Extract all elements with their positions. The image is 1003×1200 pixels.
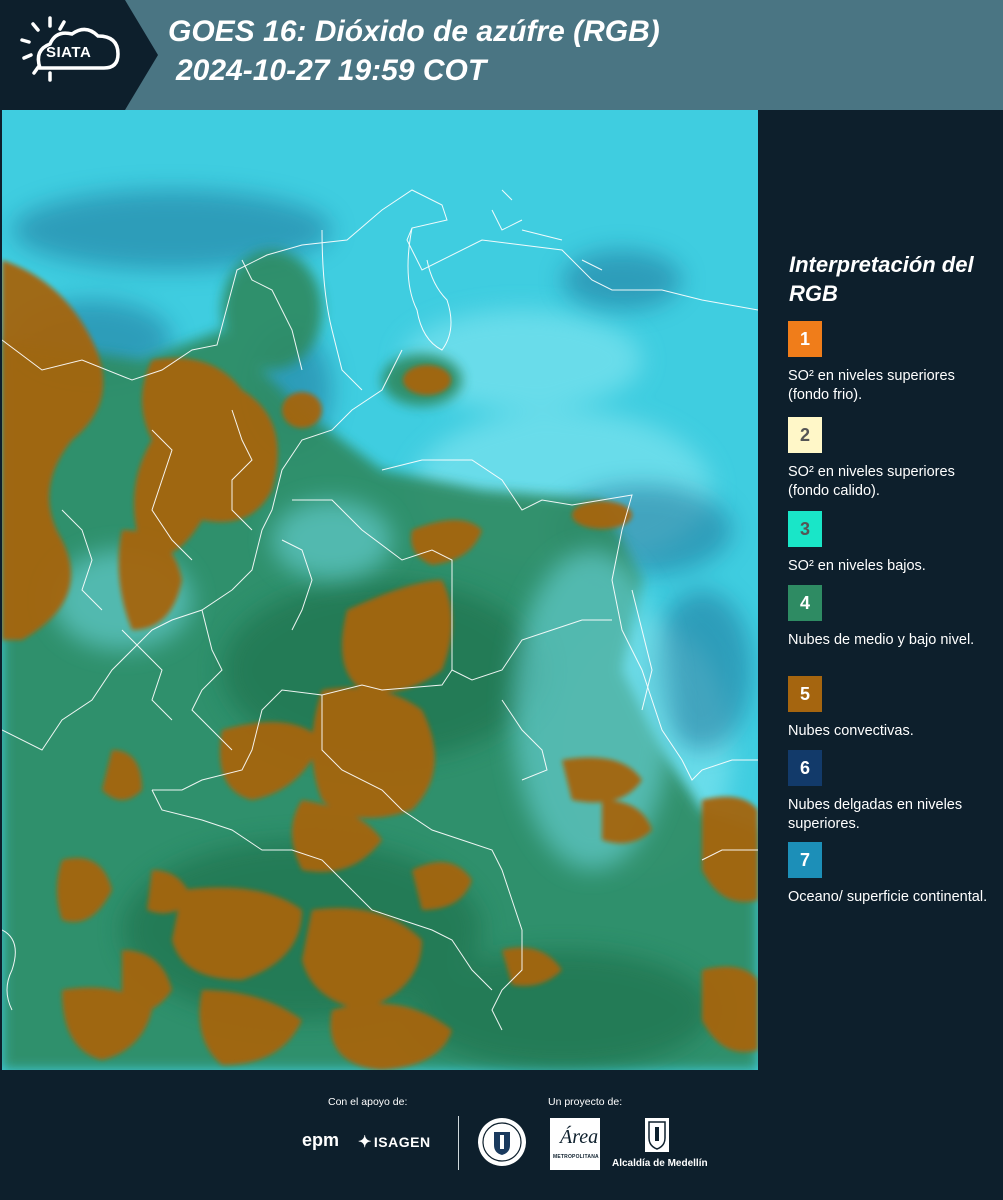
legend-swatch: 1 [788, 321, 822, 357]
legend-title: Interpretación del RGB [789, 252, 974, 306]
legend-item: 6 Nubes delgadas en niveles superiores. [788, 750, 998, 834]
page-timestamp: 2024-10-27 19:59 COT [176, 54, 487, 87]
footer-bar: Con el apoyo de: Un proyecto de: epm ✦ IS… [0, 1070, 1003, 1200]
page-title: GOES 16: Dióxido de azúfre (RGB) [168, 15, 660, 48]
legend-swatch: 4 [788, 585, 822, 621]
epm-logo: epm [302, 1130, 340, 1150]
satellite-map [2, 110, 758, 1070]
legend-description: SO² en niveles superiores (fondo frio). [788, 368, 955, 403]
legend-item: 7 Oceano/ superficie continental. [788, 842, 998, 907]
alcaldia-label: Alcaldía de Medellín [612, 1158, 708, 1169]
isagen-logo-text: ISAGEN [373, 1134, 431, 1150]
legend-description: Nubes convectivas. [788, 723, 914, 739]
area-logo-text: Área [560, 1126, 599, 1148]
header-bar: SIATA GOES 16: Dióxido de azúfre (RGB) 2… [0, 0, 1003, 110]
legend-description: Oceano/ superficie continental. [788, 889, 988, 905]
support-label: Con el apoyo de: [328, 1096, 408, 1108]
legend-item: 1 SO² en niveles superiores (fondo frio)… [788, 321, 998, 405]
medellin-seal-icon [478, 1118, 526, 1166]
legend-item: 3 SO² en niveles bajos. [788, 511, 998, 576]
legend-swatch: 5 [788, 676, 822, 712]
siata-logo-text: SIATA [46, 44, 92, 61]
legend-item: 5 Nubes convectivas. [788, 676, 998, 741]
alcaldia-shield-icon [645, 1118, 669, 1152]
legend-panel: Interpretación del RGB 1 SO² en niveles … [770, 110, 1003, 1070]
footer-divider [458, 1116, 459, 1170]
isagen-logo: ✦ ISAGEN [358, 1132, 431, 1152]
legend-item: 4 Nubes de medio y bajo nivel. [788, 585, 998, 650]
legend-swatch: 2 [788, 417, 822, 453]
siata-logo: SIATA [0, 0, 158, 110]
isagen-mark-icon: ✦ [358, 1134, 372, 1151]
legend-description: Nubes delgadas en niveles superiores. [788, 797, 963, 832]
area-logo-subtext: METROPOLITANA [553, 1154, 599, 1160]
legend-item: 2 SO² en niveles superiores (fondo calid… [788, 417, 998, 501]
legend-description: SO² en niveles bajos. [788, 558, 926, 574]
area-metropolitana-logo: Área METROPOLITANA [550, 1118, 600, 1170]
project-label: Un proyecto de: [548, 1096, 623, 1108]
legend-swatch: 7 [788, 842, 822, 878]
legend-description: SO² en niveles superiores (fondo calido)… [788, 464, 955, 499]
legend-description: Nubes de medio y bajo nivel. [788, 632, 975, 648]
legend-swatch: 3 [788, 511, 822, 547]
legend-swatch: 6 [788, 750, 822, 786]
